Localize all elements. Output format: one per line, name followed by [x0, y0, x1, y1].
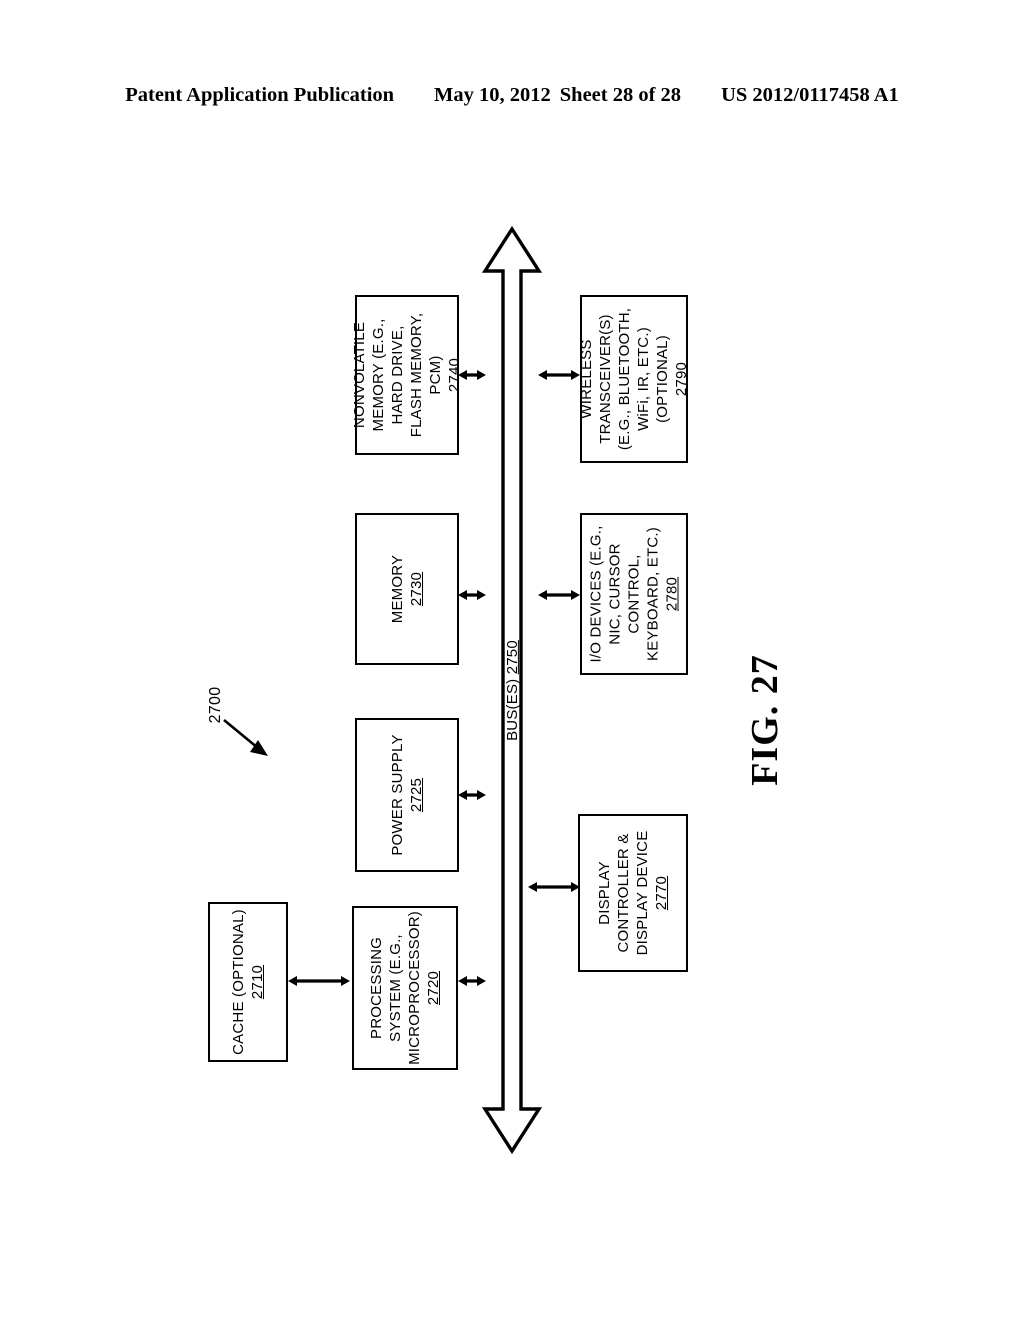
node-line: POWER SUPPLY: [389, 734, 406, 856]
node-power-supply-ref: 2725: [408, 777, 425, 813]
node-line: PCM): [427, 355, 444, 395]
node-line: NONVOLATILE: [351, 321, 368, 429]
node-wireless-transceivers[interactable]: WIRELESS TRANSCEIVER(S) (E.G., BLUETOOTH…: [577, 295, 691, 463]
node-io-devices[interactable]: I/O DEVICES (E.G., NIC, CURSOR CONTROL, …: [580, 513, 688, 675]
node-line: CONTROLLER &: [615, 833, 632, 953]
node-line: WIRELESS: [578, 339, 595, 419]
node-line: SYSTEM (E.G.,: [387, 934, 404, 1042]
node-line: I/O DEVICES (E.G.,: [587, 525, 605, 663]
connector-memory-bus: [458, 586, 486, 604]
figure-label: FIG. 27: [700, 620, 830, 820]
node-line: CONTROL,: [625, 554, 643, 634]
node-line: (E.G., BLUETOOTH,: [616, 307, 633, 451]
node-nonvolatile-memory[interactable]: NONVOLATILE MEMORY (E.G., HARD DRIVE, FL…: [351, 295, 463, 455]
node-memory-text: MEMORY 2730: [388, 555, 426, 623]
bus-label: BUS(ES) 2750: [486, 620, 538, 760]
connector-processing-system-bus: [458, 972, 486, 990]
system-reference-2700-label: 2700: [207, 686, 224, 724]
node-line: TRANSCEIVER(S): [597, 314, 614, 444]
node-line: MEMORY (E.G.,: [370, 318, 387, 432]
node-line: DISPLAY: [596, 861, 613, 925]
node-wireless-transceivers-text: WIRELESS TRANSCEIVER(S) (E.G., BLUETOOTH…: [577, 308, 691, 450]
node-cache[interactable]: CACHE (OPTIONAL) 2710: [208, 902, 288, 1062]
node-line: DISPLAY DEVICE: [634, 830, 651, 956]
node-line: FLASH MEMORY,: [408, 312, 425, 438]
connector-bus-display-controller: [528, 878, 580, 896]
node-processing-system[interactable]: PROCESSING SYSTEM (E.G., MICROPROCESSOR)…: [352, 906, 458, 1070]
node-wireless-transceivers-ref: 2790: [673, 361, 690, 397]
node-display-controller-text: DISPLAY CONTROLLER & DISPLAY DEVICE 2770: [595, 831, 671, 956]
connector-cache-processing-system: [288, 972, 350, 990]
node-power-supply[interactable]: POWER SUPPLY 2725: [355, 718, 459, 872]
node-display-controller-ref: 2770: [653, 875, 670, 911]
node-cache-text: CACHE (OPTIONAL) 2710: [229, 909, 267, 1055]
node-memory-ref: 2730: [408, 571, 425, 607]
node-io-devices-ref: 2780: [663, 576, 681, 612]
node-display-controller[interactable]: DISPLAY CONTROLLER & DISPLAY DEVICE 2770: [578, 814, 688, 972]
node-cache-ref: 2710: [249, 964, 266, 1000]
node-line: KEYBOARD, ETC.): [644, 527, 662, 661]
connector-power-supply-bus: [458, 786, 486, 804]
connector-bus-wireless-transceivers: [538, 366, 580, 384]
node-processing-system-ref: 2720: [425, 970, 442, 1006]
node-line: PROCESSING: [368, 936, 385, 1040]
bus-name: BUS(ES): [503, 678, 521, 741]
node-line: WiFi, IR, ETC.): [635, 327, 652, 431]
node-nonvolatile-memory-ref: 2740: [446, 357, 463, 393]
node-processing-system-text: PROCESSING SYSTEM (E.G., MICROPROCESSOR)…: [367, 911, 443, 1065]
node-line: CACHE (OPTIONAL): [230, 909, 247, 1055]
figure-27-diagram: BUS(ES) 2750 NONVOLATILE MEMORY (E.G., H…: [0, 0, 1024, 1320]
node-line: MICROPROCESSOR): [406, 911, 423, 1065]
node-line: HARD DRIVE,: [389, 325, 406, 425]
node-io-devices-text: I/O DEVICES (E.G., NIC, CURSOR CONTROL, …: [587, 526, 682, 663]
node-nonvolatile-memory-text: NONVOLATILE MEMORY (E.G., HARD DRIVE, FL…: [350, 313, 464, 438]
node-power-supply-text: POWER SUPPLY 2725: [388, 734, 426, 855]
system-reference-2700: 2700: [196, 672, 306, 782]
node-line: NIC, CURSOR: [606, 543, 624, 645]
node-memory[interactable]: MEMORY 2730: [355, 513, 459, 665]
node-line: (OPTIONAL): [654, 335, 671, 423]
connector-bus-io-devices: [538, 586, 580, 604]
node-line: MEMORY: [389, 554, 406, 624]
bus-ref: 2750: [503, 639, 521, 674]
figure-label-text: FIG. 27: [744, 654, 786, 786]
